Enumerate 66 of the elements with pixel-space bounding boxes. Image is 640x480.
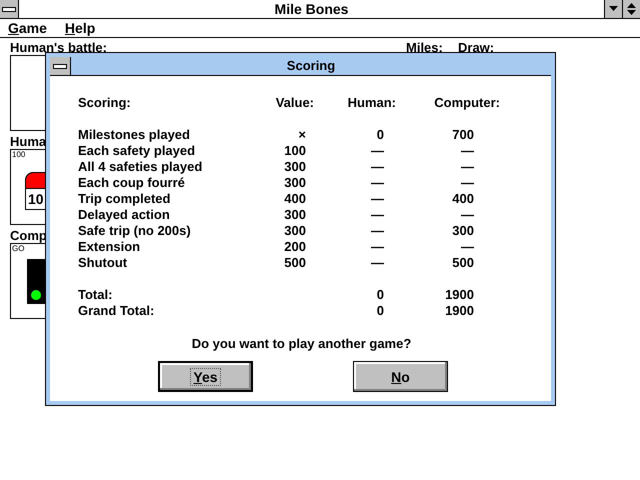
table-cell-text: ×: [297, 127, 306, 143]
table-cell-text: —: [370, 239, 384, 255]
system-menu-button[interactable]: [50, 57, 71, 75]
table-cell-text: Extension: [78, 239, 142, 255]
table-cell-text: 300: [283, 207, 306, 223]
table-cell-text: 400: [451, 191, 474, 207]
table-cell-text: 300: [283, 175, 306, 191]
question-text: Do you want to play another game?: [190, 335, 412, 353]
column-header: Scoring:: [78, 95, 132, 111]
table-cell-text: —: [460, 207, 474, 223]
table-cell-text: 500: [451, 255, 474, 271]
table-cell-text: All 4 safeties played: [78, 159, 204, 175]
table-cell-text: 0: [376, 303, 384, 319]
maximize-button[interactable]: [622, 0, 640, 18]
table-cell-text: 200: [283, 239, 306, 255]
table-cell-text: —: [370, 159, 384, 175]
table-cell-text: Shutout: [78, 255, 128, 271]
table-cell-text: 1900: [444, 303, 474, 319]
window-title: Mile Bones: [274, 0, 350, 18]
table-cell-text: —: [460, 175, 474, 191]
up-down-arrow-icon: [627, 3, 636, 15]
board-label: Miles:: [406, 40, 444, 55]
table-cell-text: 1900: [444, 287, 474, 303]
table-cell-text: —: [370, 207, 384, 223]
table-cell-text: 700: [451, 127, 474, 143]
table-cell-text: 0: [376, 287, 384, 303]
table-cell-text: —: [460, 143, 474, 159]
table-cell-text: 100: [283, 143, 306, 159]
down-arrow-icon: [609, 6, 618, 12]
table-cell-text: 300: [283, 223, 306, 239]
table-cell-text: 500: [283, 255, 306, 271]
board-label: Huma: [10, 134, 46, 149]
table-cell-text: —: [370, 255, 384, 271]
table-cell-text: —: [370, 175, 384, 191]
table-cell-text: —: [370, 191, 384, 207]
menu-item[interactable]: Help: [64, 19, 96, 37]
column-header: Human:: [346, 95, 396, 111]
table-cell-text: Grand Total:: [78, 303, 156, 319]
table-cell-text: —: [460, 239, 474, 255]
table-cell-text: Trip completed: [78, 191, 172, 207]
table-cell-text: 0: [376, 127, 384, 143]
card-corner-label: GO: [12, 244, 24, 253]
system-menu-button[interactable]: [0, 0, 19, 18]
dialog-button[interactable]: No: [353, 361, 448, 392]
board-label: Comp: [10, 228, 47, 243]
board-label: Human's battle:: [10, 40, 108, 55]
dialog-button[interactable]: Yes: [158, 361, 253, 392]
menu-item[interactable]: Game: [8, 19, 47, 37]
table-cell-text: 400: [283, 191, 306, 207]
table-cell-text: 300: [283, 159, 306, 175]
table-cell-text: —: [370, 143, 384, 159]
table-cell-text: —: [460, 159, 474, 175]
column-header: Value:: [274, 95, 314, 111]
table-cell-text: Delayed action: [78, 207, 171, 223]
dialog-title: Scoring: [286, 57, 336, 75]
table-cell-text: Milestones played: [78, 127, 191, 143]
column-header: Computer:: [433, 95, 500, 111]
table-cell-text: Safe trip (no 200s): [78, 223, 192, 239]
table-cell-text: Each coup fourré: [78, 175, 186, 191]
table-cell-text: 300: [451, 223, 474, 239]
card-corner-label: 100: [12, 150, 26, 159]
minimize-button[interactable]: [604, 0, 622, 18]
table-cell-text: Total:: [78, 287, 114, 303]
table-cell-text: —: [370, 223, 384, 239]
table-cell-text: Each safety played: [78, 143, 196, 159]
board-label: Draw:: [458, 40, 494, 55]
